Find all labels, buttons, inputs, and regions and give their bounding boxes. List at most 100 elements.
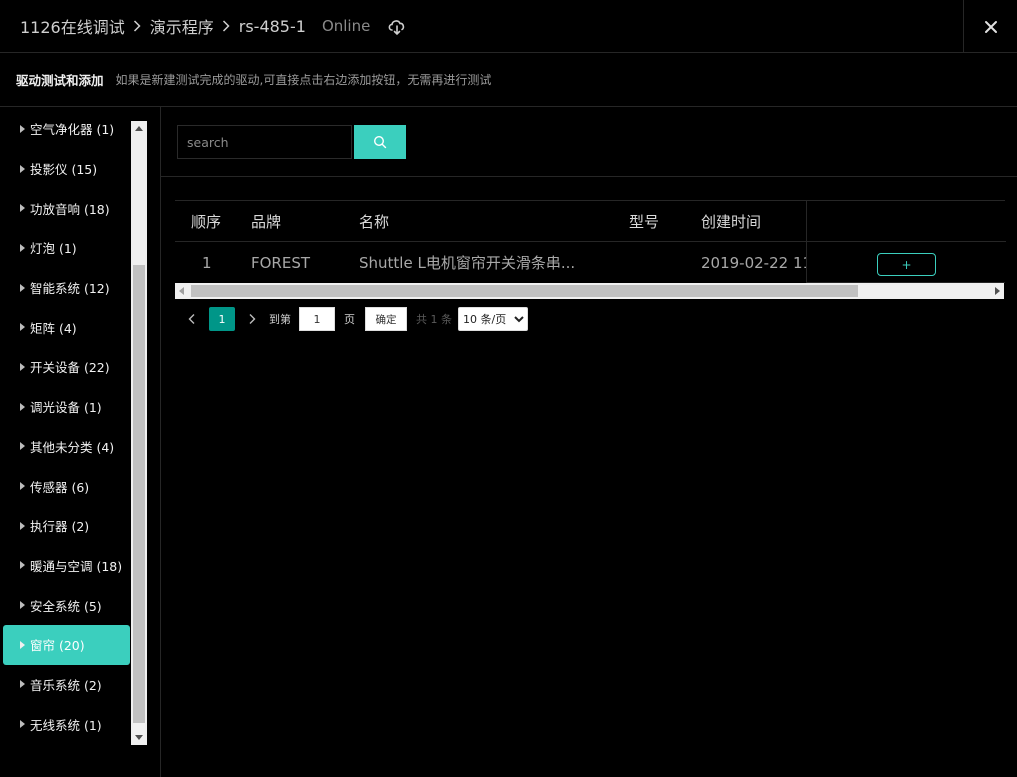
row-brand: FOREST	[251, 253, 311, 272]
caret-right-icon[interactable]	[20, 521, 25, 530]
sidebar-item-category[interactable]: 智能系统 (12)	[3, 268, 130, 308]
divider	[807, 241, 1006, 242]
sidebar-item-category[interactable]: 投影仪 (15)	[3, 149, 130, 189]
search-input[interactable]	[177, 125, 352, 159]
sidebar-item-category[interactable]: 音乐系统 (2)	[3, 665, 130, 705]
sidebar-item-category[interactable]: 其他未分类 (4)	[3, 427, 130, 467]
sidebar-item-label: 暖通与空调 (18)	[30, 558, 123, 574]
connection-status: Online	[321, 17, 371, 35]
close-icon	[984, 20, 997, 33]
sidebar-item-category[interactable]: 灯泡 (1)	[3, 228, 130, 268]
caret-right-icon[interactable]	[20, 482, 25, 491]
scroll-right-icon[interactable]	[995, 287, 1000, 295]
sidebar-item-category[interactable]: 空气净化器 (1)	[3, 109, 130, 149]
row-index: 1	[202, 253, 212, 272]
breadcrumb-item-project[interactable]: 1126在线调试	[20, 14, 125, 38]
caret-right-icon[interactable]	[20, 124, 25, 133]
add-driver-button[interactable]: +	[877, 253, 936, 276]
scroll-left-icon[interactable]	[179, 287, 184, 295]
scroll-up-icon[interactable]	[135, 126, 143, 131]
scrollbar-thumb[interactable]	[191, 285, 858, 297]
sidebar-item-label: 窗帘 (20)	[30, 638, 85, 654]
breadcrumb: 1126在线调试 演示程序 rs-485-1 Online	[20, 15, 408, 37]
sidebar-item-category[interactable]: 执行器 (2)	[3, 506, 130, 546]
sidebar-item-category[interactable]: 安全系统 (5)	[3, 585, 130, 625]
breadcrumb-separator-icon	[133, 17, 141, 36]
column-header-name: 名称	[359, 212, 390, 231]
caret-right-icon[interactable]	[20, 243, 25, 252]
sidebar-item-label: 投影仪 (15)	[30, 162, 98, 178]
caret-right-icon[interactable]	[20, 402, 25, 411]
driver-table: 顺序 品牌 名称 型号 创建时间 1 FOREST Shuttle L电机窗帘开…	[175, 200, 1006, 283]
prev-page-button[interactable]	[183, 307, 201, 331]
category-tree: 空气净化器 (1) 投影仪 (15) 功放音响 (18) 灯泡 (1) 智能系统 (12…	[3, 109, 130, 744]
column-header-index: 顺序	[191, 212, 222, 231]
scroll-down-icon[interactable]	[135, 735, 143, 740]
sidebar-item-category[interactable]: 开关设备 (22)	[3, 347, 130, 387]
goto-label: 到第	[269, 313, 291, 326]
total-count: 共 1 条	[416, 313, 452, 326]
page-size-select[interactable]: 10 条/页	[458, 307, 528, 331]
goto-page-input[interactable]	[299, 307, 335, 331]
sidebar-item-label: 功放音响 (18)	[30, 201, 110, 217]
sidebar-item-label: 无线系统 (1)	[30, 717, 102, 733]
sidebar-item-label: 智能系统 (12)	[30, 281, 110, 297]
sidebar-item-label: 执行器 (2)	[30, 519, 90, 535]
table-horizontal-scrollbar[interactable]	[175, 283, 1004, 299]
chevron-left-icon	[188, 314, 195, 324]
caret-right-icon[interactable]	[20, 323, 25, 332]
caret-right-icon[interactable]	[20, 362, 25, 371]
caret-right-icon[interactable]	[20, 204, 25, 213]
caret-right-icon[interactable]	[20, 640, 25, 649]
divider	[161, 176, 1017, 177]
action-column: +	[806, 201, 1006, 283]
caret-right-icon[interactable]	[20, 720, 25, 729]
sidebar-item-label: 传感器 (6)	[30, 479, 90, 495]
sidebar-item-label: 灯泡 (1)	[30, 241, 77, 257]
breadcrumb-item-program[interactable]: 演示程序	[150, 14, 214, 38]
next-page-button[interactable]	[243, 307, 261, 331]
row-name: Shuttle L电机窗帘开关滑条串...	[359, 254, 576, 272]
column-header-created: 创建时间	[701, 212, 762, 231]
sidebar-item-label: 音乐系统 (2)	[30, 677, 102, 693]
row-created: 2019-02-22 11:	[701, 253, 807, 272]
cloud-sync-icon[interactable]	[386, 15, 408, 37]
sidebar-item-category[interactable]: 调光设备 (1)	[3, 387, 130, 427]
category-sidebar: 空气净化器 (1) 投影仪 (15) 功放音响 (18) 灯泡 (1) 智能系统 (12…	[0, 107, 161, 777]
caret-right-icon[interactable]	[20, 601, 25, 610]
caret-right-icon[interactable]	[20, 680, 25, 689]
page-label: 页	[344, 313, 355, 326]
search-button[interactable]	[354, 125, 406, 159]
sidebar-item-category[interactable]: 功放音响 (18)	[3, 188, 130, 228]
sidebar-item-label: 空气净化器 (1)	[30, 122, 115, 138]
sidebar-item-category[interactable]: 矩阵 (4)	[3, 307, 130, 347]
sidebar-scrollbar[interactable]	[131, 121, 147, 745]
breadcrumb-separator-icon	[222, 17, 230, 36]
pagination: 1 到第 页 确定 共 1 条 10 条/页	[183, 306, 528, 332]
sidebar-item-category[interactable]: 传感器 (6)	[3, 466, 130, 506]
sidebar-item-category[interactable]: 窗帘 (20)	[3, 624, 130, 665]
caret-right-icon[interactable]	[20, 164, 25, 173]
header-bar: 1126在线调试 演示程序 rs-485-1 Online	[0, 0, 1017, 53]
page-number-current[interactable]: 1	[209, 307, 235, 331]
section-title: 驱动测试和添加	[16, 73, 104, 88]
caret-right-icon[interactable]	[20, 442, 25, 451]
sidebar-item-label: 安全系统 (5)	[30, 598, 102, 614]
column-header-brand: 品牌	[251, 212, 282, 231]
goto-confirm-button[interactable]: 确定	[365, 307, 407, 331]
close-button[interactable]	[963, 0, 1017, 53]
scrollbar-thumb[interactable]	[133, 265, 145, 723]
sidebar-item-label: 矩阵 (4)	[30, 320, 77, 336]
sidebar-item-label: 其他未分类 (4)	[30, 439, 115, 455]
sidebar-item-category[interactable]: 暖通与空调 (18)	[3, 546, 130, 586]
sidebar-item-label: 调光设备 (1)	[30, 400, 102, 416]
chevron-right-icon	[249, 314, 256, 324]
sidebar-item-category[interactable]: 无线系统 (1)	[3, 704, 130, 744]
breadcrumb-item-port: rs-485-1	[238, 16, 306, 36]
section-hint: 如果是新建测试完成的驱动,可直接点击右边添加按钮，无需再进行测试	[115, 73, 492, 87]
search-icon	[373, 135, 387, 149]
sidebar-item-label: 开关设备 (22)	[30, 360, 110, 376]
caret-right-icon[interactable]	[20, 283, 25, 292]
section-header: 驱动测试和添加 如果是新建测试完成的驱动,可直接点击右边添加按钮，无需再进行测试	[0, 53, 1017, 107]
caret-right-icon[interactable]	[20, 561, 25, 570]
